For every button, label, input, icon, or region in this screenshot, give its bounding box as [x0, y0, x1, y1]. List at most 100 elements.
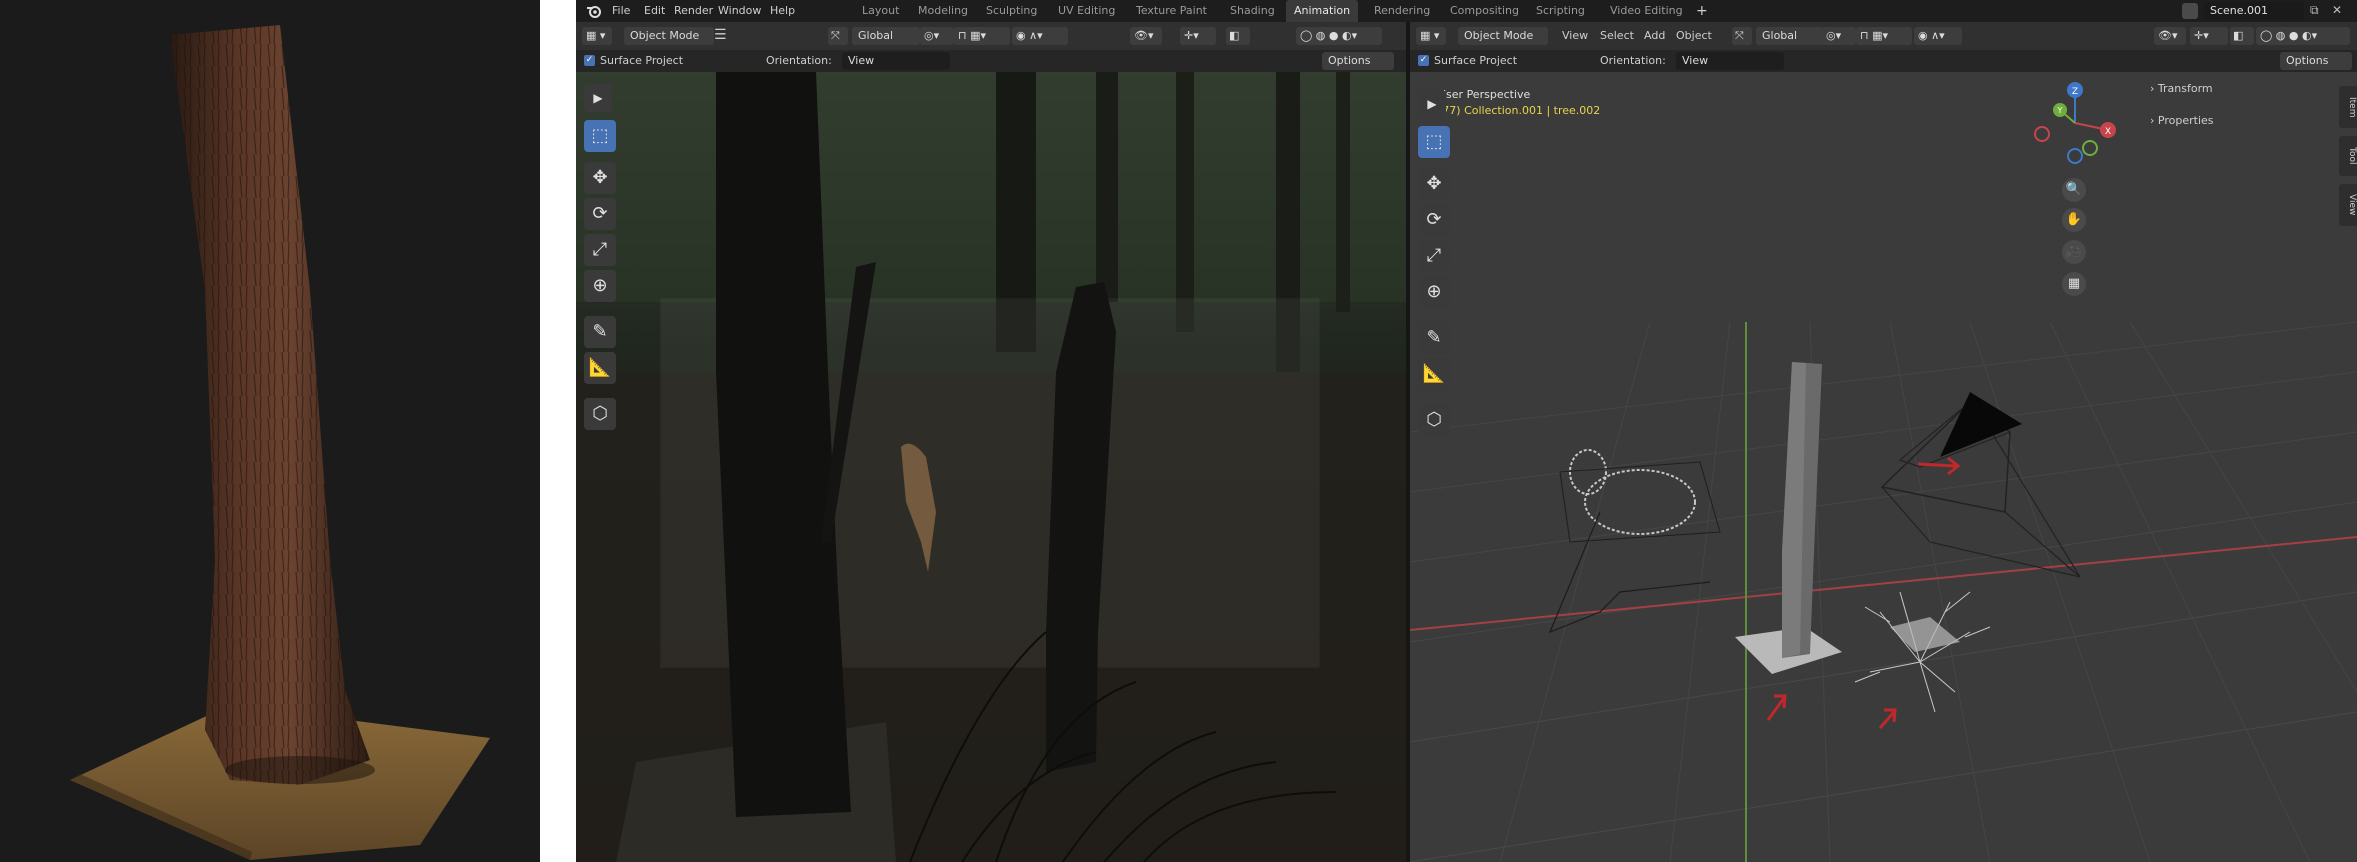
scene-icon[interactable]: [2182, 3, 2198, 19]
select-box-icon[interactable]: ⬚: [1418, 126, 1450, 158]
options-button[interactable]: Options: [1322, 52, 1394, 70]
left-tool-settings: ✓ Surface Project Orientation: View Opti…: [576, 50, 1406, 72]
left-transform-select[interactable]: Global: [852, 27, 920, 45]
gizmo-x-label: X: [2105, 127, 2111, 137]
right-tool-settings: ✓ Surface Project Orientation: View Opti…: [1410, 50, 2357, 72]
panel-properties[interactable]: › Properties: [2150, 114, 2214, 127]
menu-edit[interactable]: Edit: [644, 4, 665, 17]
scale-icon[interactable]: ⤢: [1418, 240, 1450, 272]
right-viewport-3d[interactable]: User Perspective (77) Collection.001 | t…: [1410, 72, 2357, 862]
menu-window[interactable]: Window: [718, 4, 761, 17]
navigation-gizmo[interactable]: Z Y X: [2030, 78, 2120, 168]
snap-button[interactable]: ⊓ ▦▾: [954, 27, 1010, 45]
blender-logo-icon[interactable]: [586, 3, 602, 19]
surface-project-checkbox-right[interactable]: ✓: [1418, 55, 1429, 66]
surface-project-label-right: Surface Project: [1434, 54, 1518, 67]
measure-icon[interactable]: 📐: [584, 352, 616, 384]
play-icon[interactable]: ▶: [1418, 90, 1446, 118]
right-transform-select[interactable]: Global: [1756, 27, 1824, 45]
transform-icon[interactable]: ⊕: [584, 270, 616, 302]
tab-texture-paint[interactable]: Texture Paint: [1128, 0, 1215, 22]
zoom-icon[interactable]: 🔍: [2062, 178, 2086, 202]
tab-sculpting[interactable]: Sculpting: [978, 0, 1045, 22]
transform-orientation-icon[interactable]: ⤧: [828, 27, 848, 45]
menu-view[interactable]: View: [1562, 27, 1588, 45]
measure-icon[interactable]: 📐: [1418, 358, 1450, 390]
tab-video-editing[interactable]: Video Editing: [1602, 0, 1691, 22]
gizmo-button-right[interactable]: ✛▾: [2190, 27, 2228, 45]
gizmo-button[interactable]: ✛▾: [1180, 27, 1216, 45]
left-viewport-camera-view[interactable]: ▶ ⬚ ✥ ⟳ ⤢ ⊕ ✎ 📐 ⬡: [576, 72, 1406, 862]
side-tab-item[interactable]: Item: [2339, 86, 2357, 128]
viewport-3d-scene: [1410, 72, 2357, 862]
editor-type-button[interactable]: ▦ ▾: [582, 27, 612, 45]
left-mode-select[interactable]: Object Mode: [624, 27, 714, 45]
tree-render-panel: [0, 0, 540, 862]
left-viewport-header: ▦ ▾ Object Mode ☰ ⤧ Global ◎▾ ⊓ ▦▾ ◉ ∧▾ …: [576, 22, 1406, 50]
xray-button-right[interactable]: ◧: [2230, 27, 2254, 45]
menu-object[interactable]: Object: [1676, 27, 1712, 45]
add-cube-icon[interactable]: ⬡: [1418, 404, 1450, 436]
active-collection-label: (77) Collection.001 | tree.002: [1438, 104, 1601, 117]
visibility-button[interactable]: 👁▾: [1130, 27, 1162, 45]
side-tab-view[interactable]: View: [2339, 184, 2357, 226]
surface-project-checkbox[interactable]: ✓: [584, 55, 595, 66]
transform-icon[interactable]: ⊕: [1418, 276, 1450, 308]
copy-scene-icon[interactable]: ⧉: [2310, 3, 2319, 18]
annotate-icon[interactable]: ✎: [1418, 322, 1450, 354]
xray-button[interactable]: ◧: [1226, 27, 1250, 45]
orientation-select[interactable]: View: [842, 52, 950, 70]
gizmo-z-label: Z: [2072, 87, 2078, 97]
tab-uv-editing[interactable]: UV Editing: [1050, 0, 1123, 22]
menu-render[interactable]: Render: [674, 4, 713, 17]
menu-file[interactable]: File: [612, 4, 630, 17]
move-icon[interactable]: ✥: [584, 162, 616, 194]
tab-compositing[interactable]: Compositing: [1442, 0, 1527, 22]
right-mode-select[interactable]: Object Mode: [1458, 27, 1548, 45]
tab-animation[interactable]: Animation: [1286, 0, 1359, 22]
annotate-icon[interactable]: ✎: [584, 316, 616, 348]
hand-icon[interactable]: ✋: [2062, 208, 2086, 232]
pivot-point-button-right[interactable]: ◎▾: [1822, 27, 1856, 45]
orientation-select-right[interactable]: View: [1676, 52, 1784, 70]
grid-icon[interactable]: ▦: [2062, 272, 2086, 296]
forest-background-image: [576, 72, 1406, 862]
orientation-label-right: Orientation:: [1600, 54, 1666, 67]
move-icon[interactable]: ✥: [1418, 168, 1450, 200]
add-cube-icon[interactable]: ⬡: [584, 398, 616, 430]
tab-modeling[interactable]: Modeling: [910, 0, 976, 22]
scale-icon[interactable]: ⤢: [584, 234, 616, 266]
proportional-edit-button-right[interactable]: ◉ ∧▾: [1914, 27, 1962, 45]
editor-type-button-right[interactable]: ▦ ▾: [1416, 27, 1446, 45]
menu-select[interactable]: Select: [1600, 27, 1634, 45]
gizmo-y-label: Y: [2057, 106, 2063, 115]
tab-rendering[interactable]: Rendering: [1366, 0, 1438, 22]
tab-shading[interactable]: Shading: [1222, 0, 1283, 22]
top-bar: File Edit Render Window Help Layout Mode…: [576, 0, 2357, 22]
scene-name-field[interactable]: Scene.001: [2204, 2, 2304, 20]
menu-help[interactable]: Help: [770, 4, 795, 17]
camera-icon[interactable]: 🎥: [2062, 240, 2086, 264]
options-button-right[interactable]: Options: [2280, 52, 2352, 70]
panel-transform[interactable]: › Transform: [2150, 82, 2213, 95]
tab-layout[interactable]: Layout: [854, 0, 907, 22]
snap-button-right[interactable]: ⊓ ▦▾: [1856, 27, 1912, 45]
play-icon[interactable]: ▶: [584, 84, 612, 112]
shading-modes[interactable]: ◯ ◍ ● ◐▾: [1296, 27, 1382, 45]
rotate-icon[interactable]: ⟳: [584, 198, 616, 230]
hamburger-menu-icon[interactable]: ☰: [714, 27, 727, 43]
visibility-button-right[interactable]: 👁▾: [2154, 27, 2186, 45]
select-box-icon[interactable]: ⬚: [584, 120, 616, 152]
rotate-icon[interactable]: ⟳: [1418, 204, 1450, 236]
shading-modes-right[interactable]: ◯ ◍ ● ◐▾: [2256, 27, 2350, 45]
proportional-edit-button[interactable]: ◉ ∧▾: [1012, 27, 1068, 45]
tree-render-image: [70, 25, 490, 860]
side-tab-tool[interactable]: Tool: [2339, 136, 2357, 176]
delete-scene-icon[interactable]: ✕: [2332, 3, 2342, 17]
tab-scripting[interactable]: Scripting: [1528, 0, 1593, 22]
transform-orientation-icon-right[interactable]: ⤧: [1732, 27, 1752, 45]
pivot-point-button[interactable]: ◎▾: [920, 27, 954, 45]
menu-add[interactable]: Add: [1644, 27, 1665, 45]
add-workspace-button[interactable]: +: [1688, 0, 1716, 22]
panel-properties-label: Properties: [2157, 114, 2214, 127]
